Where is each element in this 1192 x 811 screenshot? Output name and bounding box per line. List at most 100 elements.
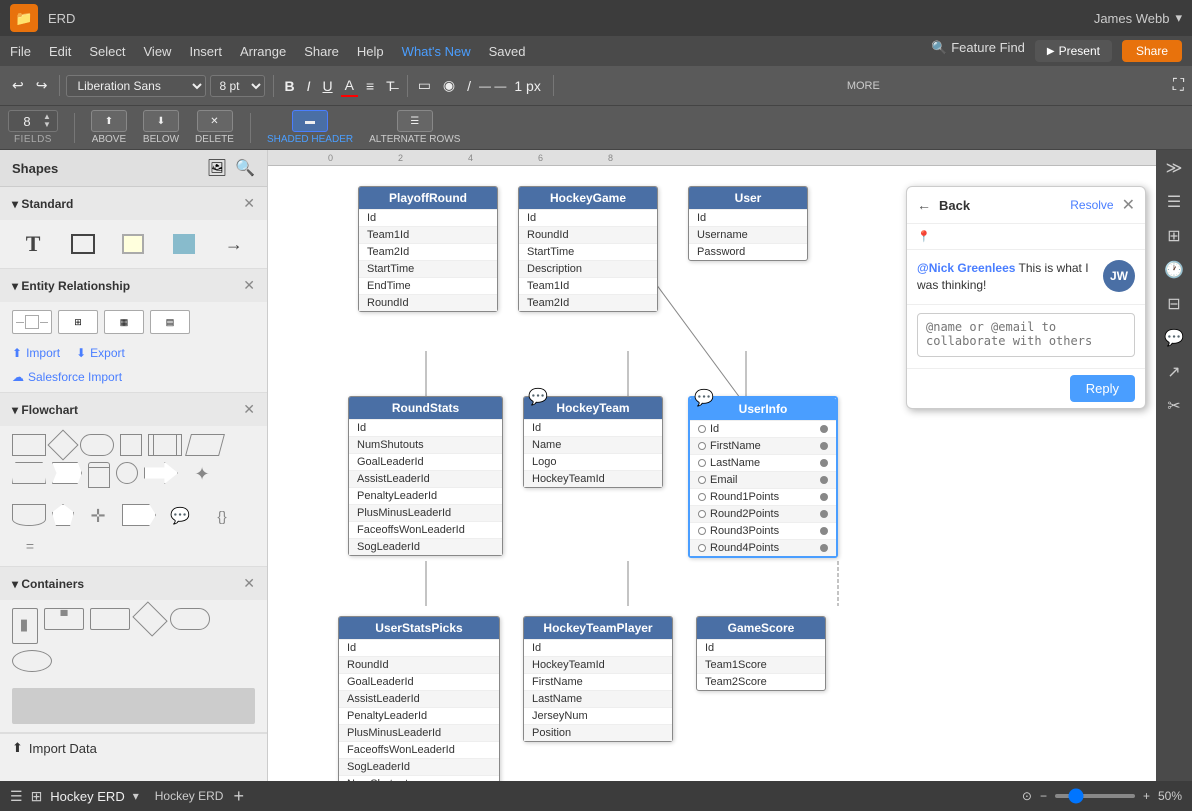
- standard-section-header[interactable]: ▾ Standard ✕: [0, 187, 267, 220]
- container-5[interactable]: [170, 608, 210, 630]
- arrow-shape[interactable]: →: [220, 230, 248, 258]
- bold-button[interactable]: B: [280, 76, 298, 96]
- fc-tag[interactable]: [122, 504, 156, 526]
- fc-rect[interactable]: [12, 434, 46, 456]
- alt-rows-button[interactable]: ☰ ALTERNATE ROWS: [369, 110, 460, 145]
- fc-arrow-right[interactable]: [144, 462, 178, 484]
- below-button[interactable]: ⬇ BELOW: [143, 110, 179, 145]
- menu-view[interactable]: View: [144, 44, 172, 59]
- container-4[interactable]: [132, 601, 167, 636]
- canvas-area[interactable]: 0 2 4 6 8: [268, 150, 1156, 781]
- fc-wave[interactable]: [12, 504, 46, 526]
- export-label[interactable]: Export: [90, 346, 125, 360]
- standard-close[interactable]: ✕: [243, 195, 255, 212]
- comment-resolve-button[interactable]: Resolve: [1070, 198, 1113, 212]
- fc-star[interactable]: ✦: [184, 462, 220, 486]
- rs-layers-icon[interactable]: ⊟: [1167, 294, 1180, 314]
- rs-format-icon[interactable]: ☰: [1167, 192, 1181, 212]
- menu-edit[interactable]: Edit: [49, 44, 71, 59]
- fc-pent[interactable]: [52, 504, 74, 526]
- comment-pin-userinfo[interactable]: 💬: [694, 388, 714, 408]
- color-shape[interactable]: [170, 230, 198, 258]
- fc-diamond[interactable]: [47, 429, 78, 460]
- shaded-header-button[interactable]: ▬ SHADED HEADER: [267, 110, 353, 145]
- rs-screen-icon[interactable]: ⊞: [1167, 226, 1180, 246]
- menu-share[interactable]: Share: [304, 44, 339, 59]
- rs-chat-icon[interactable]: 💬: [1164, 328, 1184, 348]
- list-view-icon[interactable]: ☰: [10, 788, 23, 805]
- table-hockey-team[interactable]: 💬 HockeyTeam Id Name Logo HockeyTeamId: [523, 396, 663, 488]
- fields-counter-arrows[interactable]: ▲ ▼: [43, 113, 51, 129]
- feature-find[interactable]: 🔍 Feature Find: [931, 40, 1025, 62]
- rect-shape[interactable]: [69, 230, 97, 258]
- menu-whats-new[interactable]: What's New: [402, 44, 471, 59]
- menu-select[interactable]: Select: [89, 44, 125, 59]
- line-color-button[interactable]: /: [463, 76, 475, 96]
- fc-process[interactable]: [148, 434, 182, 456]
- above-button[interactable]: ⬆ ABOVE: [91, 110, 127, 145]
- share-button[interactable]: Share: [1122, 40, 1182, 62]
- search-button[interactable]: 🔍: [235, 158, 255, 178]
- export-link[interactable]: ⬇ Export: [76, 346, 125, 360]
- fc-cross[interactable]: ✛: [80, 504, 116, 528]
- er-section-header[interactable]: ▾ Entity Relationship ✕: [0, 269, 267, 302]
- canvas[interactable]: PlayoffRound Id Team1Id Team2Id StartTim…: [268, 166, 1156, 781]
- fc-hex[interactable]: [52, 462, 82, 484]
- fields-count-input[interactable]: [15, 114, 39, 129]
- containers-header[interactable]: ▾ Containers ✕: [0, 567, 267, 600]
- zoom-plus[interactable]: +: [1143, 789, 1150, 803]
- zoom-minus[interactable]: −: [1040, 789, 1047, 803]
- present-button[interactable]: Present: [1035, 40, 1112, 62]
- diagram-chevron-icon[interactable]: ▾: [133, 789, 139, 803]
- import-label[interactable]: Import: [26, 346, 60, 360]
- fill-button[interactable]: ▭: [414, 75, 435, 96]
- fc-square[interactable]: [120, 434, 142, 456]
- table-user-info[interactable]: 💬 UserInfo Id FirstName LastName Email: [688, 396, 838, 558]
- user-info[interactable]: James Webb ▾: [1094, 10, 1182, 26]
- fc-close[interactable]: ✕: [243, 401, 255, 418]
- fc-parallelogram[interactable]: [185, 434, 225, 456]
- menu-arrange[interactable]: Arrange: [240, 44, 286, 59]
- rs-collapse-icon[interactable]: ≫: [1166, 158, 1183, 178]
- rs-clock-icon[interactable]: 🕐: [1164, 260, 1184, 280]
- line-style[interactable]: — —: [479, 79, 506, 93]
- import-link[interactable]: ⬆ Import: [12, 346, 60, 360]
- table-hockey-team-player[interactable]: HockeyTeamPlayer Id HockeyTeamId FirstNa…: [523, 616, 673, 742]
- font-color-button[interactable]: A: [341, 75, 358, 97]
- fc-cylinder[interactable]: [88, 462, 110, 488]
- menu-file[interactable]: File: [10, 44, 31, 59]
- comment-pin-hockeyteam[interactable]: 💬: [528, 387, 548, 407]
- er-shape-4[interactable]: ▤: [150, 310, 190, 334]
- fc-rounded[interactable]: [80, 434, 114, 456]
- comment-reply-button[interactable]: Reply: [1070, 375, 1135, 402]
- container-3[interactable]: [90, 608, 130, 630]
- import-data-button[interactable]: ⬆ Import Data: [0, 733, 267, 762]
- canvas-inner[interactable]: PlayoffRound Id Team1Id Team2Id StartTim…: [268, 166, 1156, 781]
- salesforce-link[interactable]: ☁ Salesforce Import: [12, 370, 255, 384]
- redo-button[interactable]: ↪: [32, 75, 52, 96]
- zoom-slider[interactable]: [1055, 794, 1135, 798]
- er-close[interactable]: ✕: [243, 277, 255, 294]
- delete-button[interactable]: ✕ DELETE: [195, 110, 234, 145]
- expand-button[interactable]: ⛶: [1173, 77, 1184, 95]
- comment-close-button[interactable]: ✕: [1122, 195, 1135, 215]
- er-shape-3[interactable]: ▦: [104, 310, 144, 334]
- grid-view-icon[interactable]: ⊞: [31, 788, 43, 805]
- fc-section-header[interactable]: ▾ Flowchart ✕: [0, 393, 267, 426]
- container-2[interactable]: ▀: [44, 608, 84, 630]
- font-family-select[interactable]: Liberation Sans: [66, 75, 206, 97]
- fc-brace[interactable]: {}: [204, 504, 240, 528]
- note-shape[interactable]: [119, 230, 147, 258]
- fc-circle[interactable]: [116, 462, 138, 484]
- comment-back-button[interactable]: ←: [917, 197, 931, 213]
- table-user[interactable]: User Id Username Password: [688, 186, 808, 261]
- menu-help[interactable]: Help: [357, 44, 384, 59]
- rs-share2-icon[interactable]: ↗: [1167, 362, 1180, 382]
- comment-input[interactable]: [917, 313, 1135, 357]
- fc-trap[interactable]: [12, 462, 46, 484]
- table-user-stats-picks[interactable]: UserStatsPicks Id RoundId GoalLeaderId A…: [338, 616, 500, 781]
- font-size-select[interactable]: 8 pt: [210, 75, 265, 97]
- undo-button[interactable]: ↩: [8, 75, 28, 96]
- container-1[interactable]: ▊: [12, 608, 38, 644]
- container-6[interactable]: [12, 650, 52, 672]
